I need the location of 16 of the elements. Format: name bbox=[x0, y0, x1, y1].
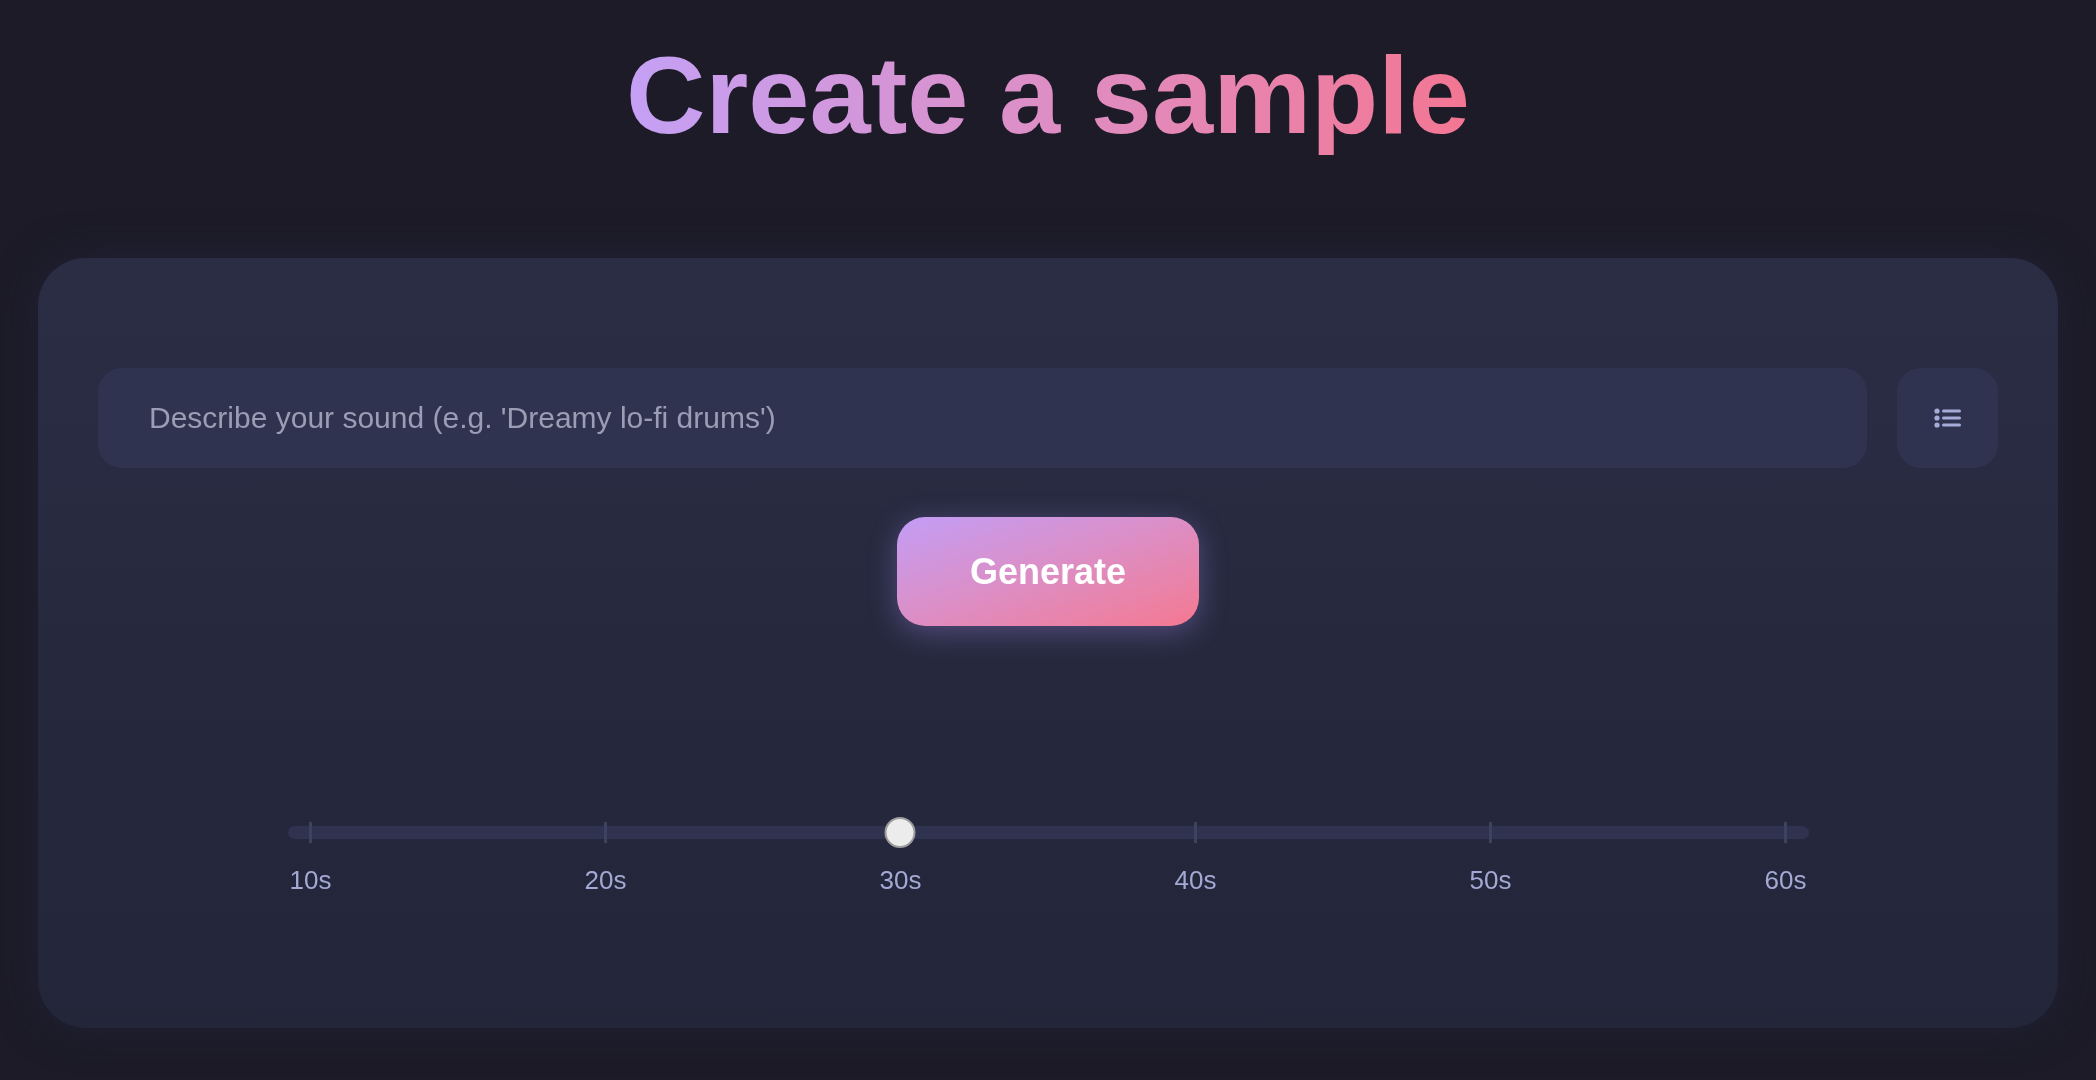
duration-label: 10s bbox=[288, 864, 333, 897]
tick-mark bbox=[603, 822, 607, 843]
list-button[interactable] bbox=[1897, 368, 1998, 468]
tick-mark bbox=[1784, 822, 1788, 843]
duration-label: 20s bbox=[583, 864, 628, 897]
duration-label: 50s bbox=[1468, 864, 1513, 897]
prompt-input-field[interactable]: Describe your sound (e.g. 'Dreamy lo-fi drums') bbox=[98, 368, 1867, 468]
slider-thumb[interactable] bbox=[884, 817, 916, 848]
tick-mark bbox=[308, 822, 312, 843]
duration-label: 40s bbox=[1173, 864, 1218, 897]
duration-label: 30s bbox=[878, 864, 923, 897]
tick-mark bbox=[1489, 822, 1493, 843]
list-icon bbox=[1934, 408, 1961, 428]
duration-label: 60s bbox=[1763, 864, 1808, 897]
generate-button[interactable]: Generate bbox=[897, 517, 1199, 626]
tick-mark bbox=[1194, 822, 1198, 843]
